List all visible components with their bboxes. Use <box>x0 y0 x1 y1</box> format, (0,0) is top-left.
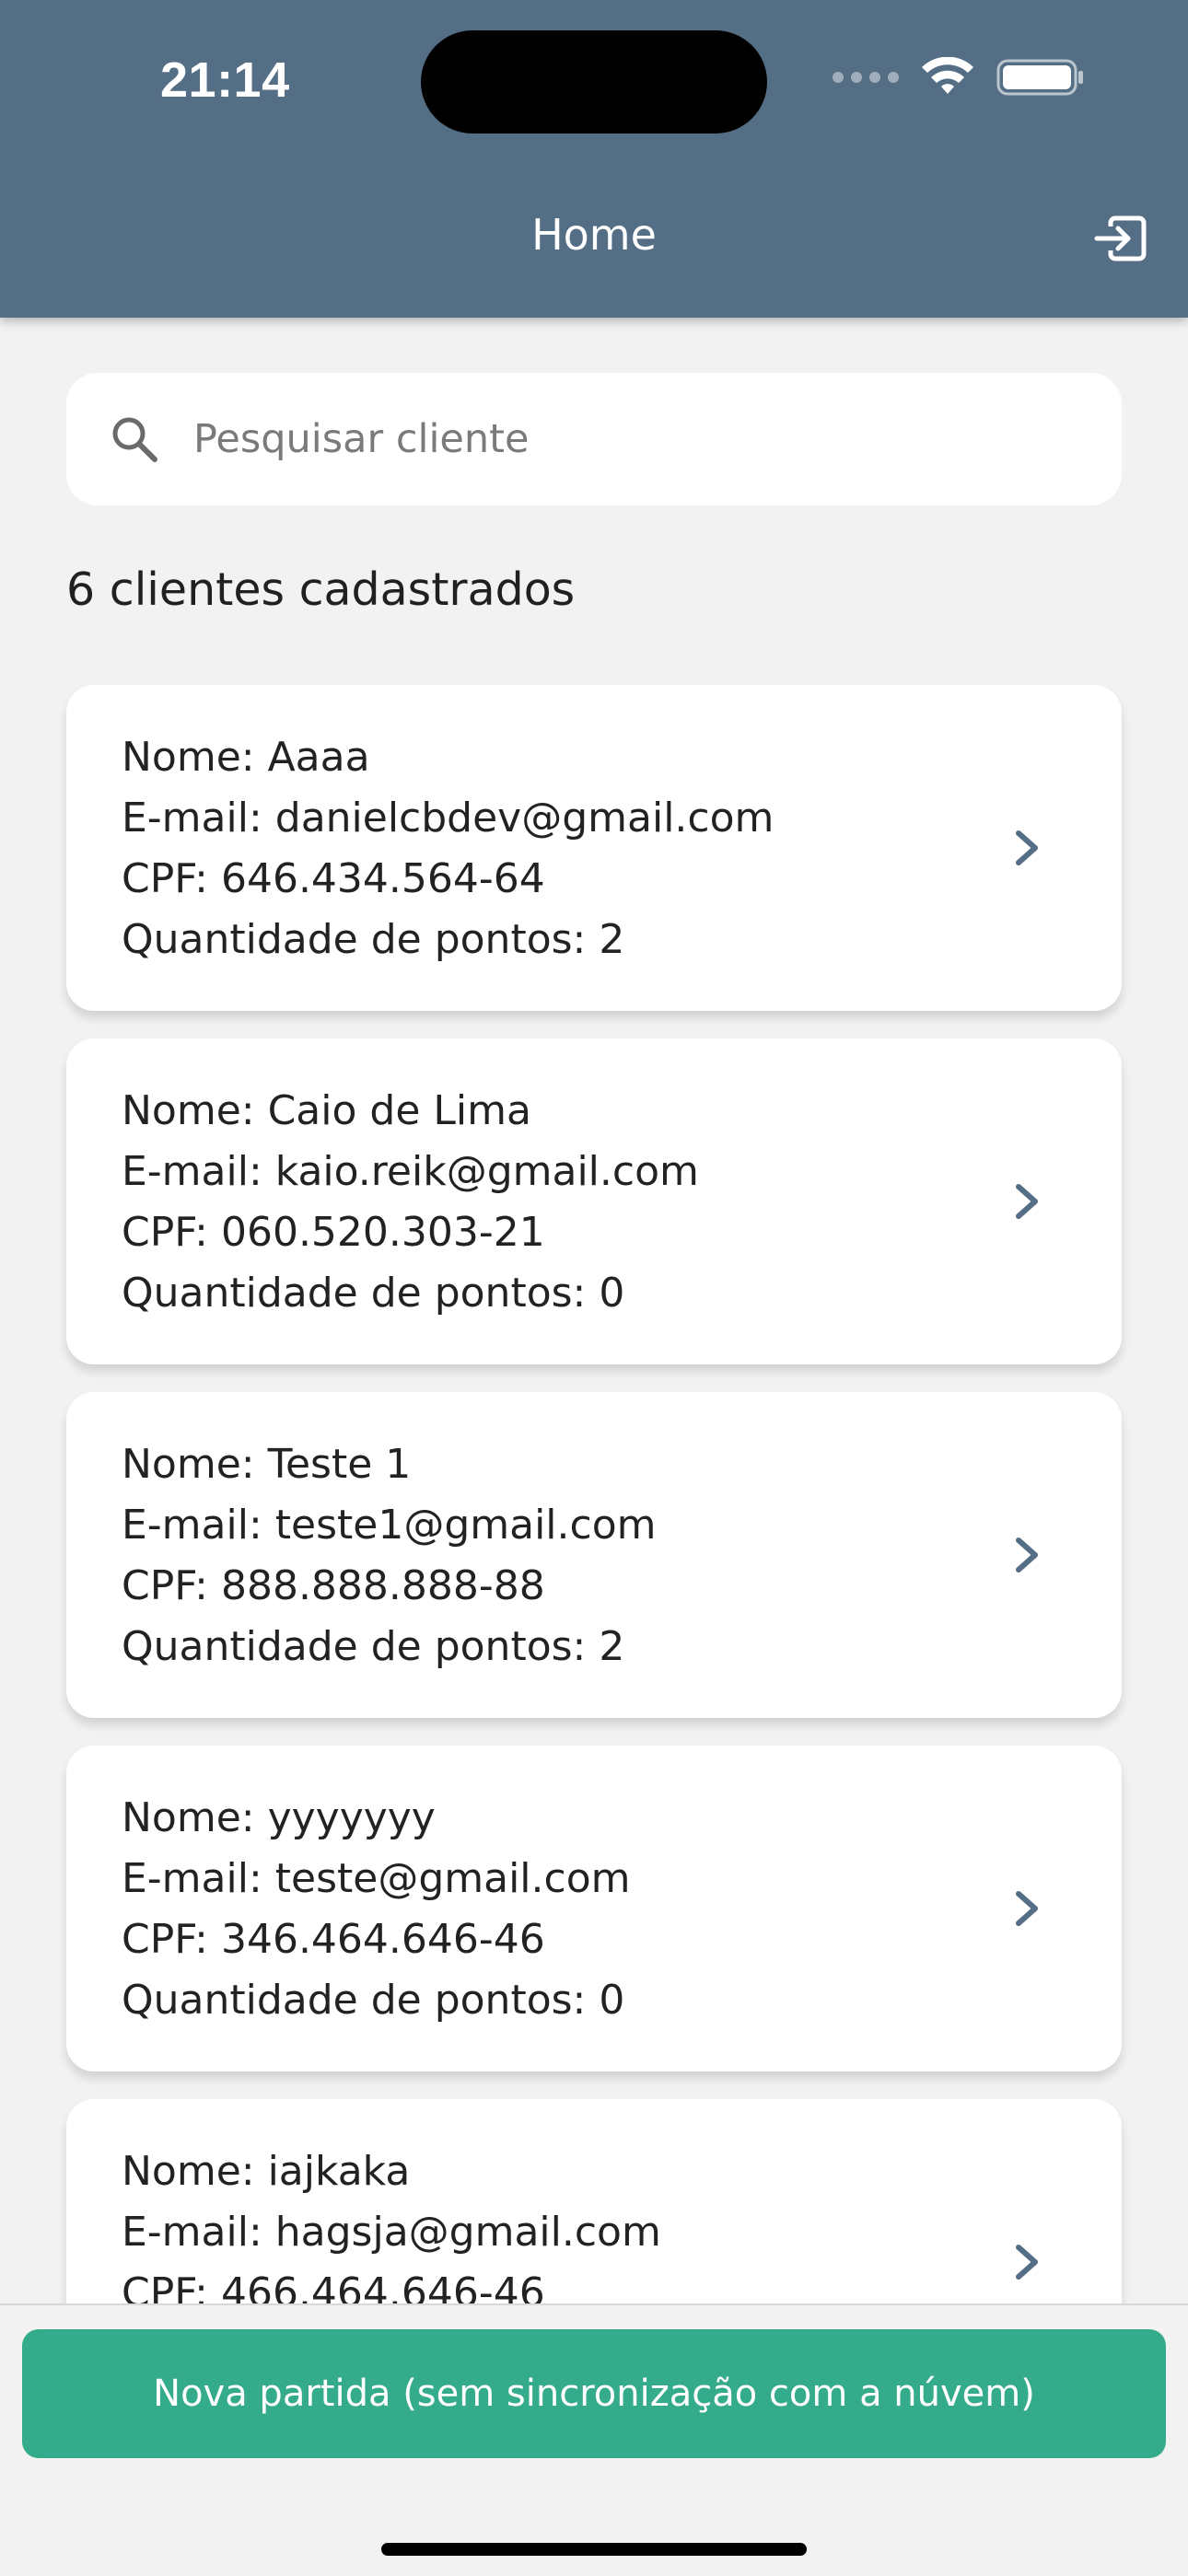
search-icon <box>105 410 164 469</box>
client-points: Quantidade de pontos: 2 <box>122 916 625 963</box>
chevron-right-icon <box>1016 830 1038 865</box>
chevron-right-icon <box>1016 1891 1038 1926</box>
client-email: E-mail: danielcbdev@gmail.com <box>122 795 775 841</box>
wifi-icon <box>922 57 973 94</box>
client-name: Nome: iajkaka <box>122 2148 411 2195</box>
status-time: 21:14 <box>160 52 290 108</box>
client-info: Nome: Teste 1 E-mail: teste1@gmail.com C… <box>122 1434 657 1677</box>
client-card[interactable]: Nome: Caio de Lima E-mail: kaio.reik@gma… <box>66 1039 1122 1364</box>
home-indicator[interactable] <box>381 2543 807 2556</box>
battery-icon <box>996 59 1083 96</box>
client-name: Nome: yyyyyyy <box>122 1794 436 1841</box>
search-box[interactable] <box>66 373 1122 505</box>
client-info: Nome: yyyyyyy E-mail: teste@gmail.com CP… <box>122 1788 631 2031</box>
client-name: Nome: Aaaa <box>122 734 370 781</box>
cellular-signal-icon <box>833 72 899 83</box>
search-input[interactable] <box>192 415 1079 463</box>
client-cpf: CPF: 646.434.564-64 <box>122 855 545 902</box>
status-icons <box>833 57 1085 98</box>
client-email: E-mail: teste@gmail.com <box>122 1855 631 1902</box>
logout-button[interactable] <box>1090 208 1151 269</box>
dynamic-island <box>421 30 767 133</box>
client-info: Nome: Aaaa E-mail: danielcbdev@gmail.com… <box>122 727 774 970</box>
client-cpf: CPF: 888.888.888-88 <box>122 1562 545 1609</box>
client-email: E-mail: kaio.reik@gmail.com <box>122 1148 699 1195</box>
client-card[interactable]: Nome: yyyyyyy E-mail: teste@gmail.com CP… <box>66 1746 1122 2071</box>
chevron-right-icon <box>1016 2245 1038 2280</box>
logout-icon <box>1094 215 1147 261</box>
client-points: Quantidade de pontos: 0 <box>122 1977 625 2024</box>
client-name: Nome: Caio de Lima <box>122 1087 531 1134</box>
app-header: 21:14 Home <box>0 0 1188 318</box>
client-cpf: CPF: 060.520.303-21 <box>122 1209 545 1256</box>
new-match-button[interactable]: Nova partida (sem sincronização com a nú… <box>22 2329 1166 2458</box>
clients-count: 6 clientes cadastrados <box>66 563 576 616</box>
client-cpf: CPF: 466.464.646-46 <box>122 2269 545 2303</box>
client-list[interactable]: Nome: Aaaa E-mail: danielcbdev@gmail.com… <box>0 681 1188 2303</box>
client-name: Nome: Teste 1 <box>122 1441 412 1488</box>
page-title: Home <box>531 210 657 260</box>
client-info: Nome: Caio de Lima E-mail: kaio.reik@gma… <box>122 1081 699 1324</box>
client-card[interactable]: Nome: iajkaka E-mail: hagsja@gmail.com C… <box>66 2099 1122 2303</box>
chevron-right-icon <box>1016 1184 1038 1219</box>
client-email: E-mail: teste1@gmail.com <box>122 1502 657 1549</box>
client-card[interactable]: Nome: Aaaa E-mail: danielcbdev@gmail.com… <box>66 685 1122 1011</box>
bottom-bar: Nova partida (sem sincronização com a nú… <box>0 2303 1188 2576</box>
client-points: Quantidade de pontos: 0 <box>122 1270 625 1317</box>
client-cpf: CPF: 346.464.646-46 <box>122 1916 545 1963</box>
client-points: Quantidade de pontos: 2 <box>122 1623 625 1670</box>
chevron-right-icon <box>1016 1537 1038 1572</box>
client-info: Nome: iajkaka E-mail: hagsja@gmail.com C… <box>122 2141 661 2303</box>
client-card[interactable]: Nome: Teste 1 E-mail: teste1@gmail.com C… <box>66 1392 1122 1718</box>
client-email: E-mail: hagsja@gmail.com <box>122 2209 661 2256</box>
